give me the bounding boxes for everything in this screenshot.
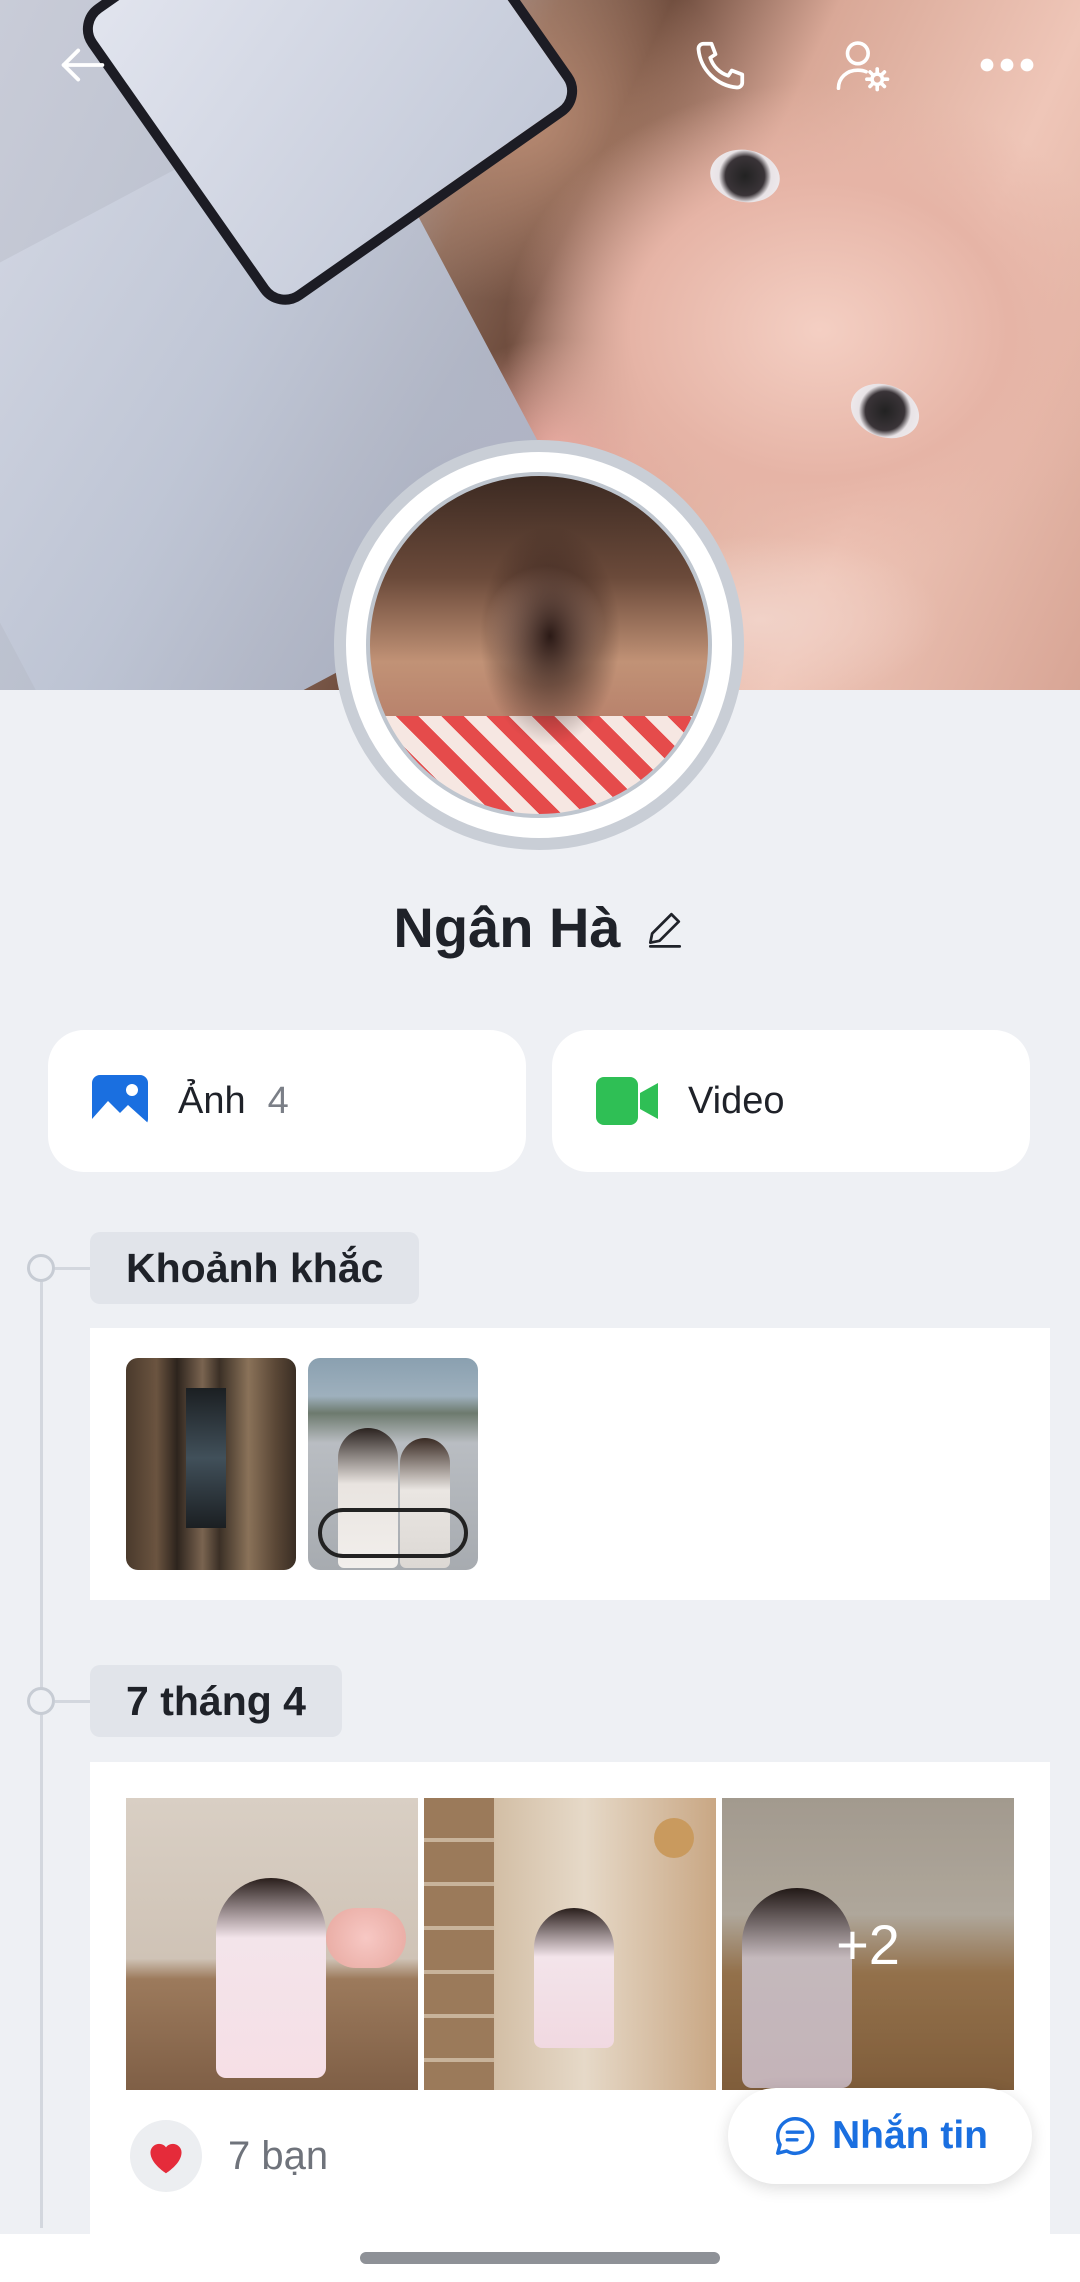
chat-bubble-icon <box>776 2117 815 2155</box>
timeline-connector <box>55 1700 91 1703</box>
timeline-dot <box>27 1687 55 1715</box>
post-photo[interactable] <box>126 1798 418 2090</box>
cover-eye-right <box>843 374 927 448</box>
more-dots-icon <box>980 58 1034 72</box>
photos-button[interactable]: Ảnh 4 <box>48 1030 526 1172</box>
reaction-badge <box>130 2120 202 2192</box>
video-icon <box>596 1077 658 1125</box>
more-photos-count: +2 <box>722 1798 1014 2090</box>
photos-label: Ảnh <box>178 1079 246 1122</box>
call-button[interactable] <box>686 30 756 100</box>
post-date-tag: 7 tháng 4 <box>90 1665 342 1737</box>
moment-thumbnail[interactable] <box>126 1358 296 1570</box>
timeline-connector <box>55 1267 91 1270</box>
message-label: Nhắn tin <box>832 2114 988 2157</box>
home-indicator[interactable] <box>360 2252 720 2264</box>
message-button[interactable]: Nhắn tin <box>728 2088 1032 2184</box>
profile-name-row: Ngân Hà <box>0 895 1080 960</box>
avatar <box>366 472 712 818</box>
cover-eye-left <box>706 144 784 208</box>
post-photo-more[interactable]: +2 <box>722 1798 1014 2090</box>
pencil-icon <box>648 912 681 948</box>
moments-tag: Khoảnh khắc <box>90 1232 420 1304</box>
avatar-frame[interactable] <box>334 440 744 850</box>
phone-icon <box>696 41 745 90</box>
moments-card <box>90 1328 1050 1600</box>
more-button[interactable] <box>972 30 1042 100</box>
system-nav-bar <box>0 2234 1080 2282</box>
timeline-line <box>40 1268 43 2228</box>
video-label: Video <box>688 1079 785 1122</box>
photos-count: 4 <box>267 1079 289 1122</box>
post-photo-grid: +2 <box>126 1798 1014 2090</box>
heart-icon <box>150 2143 182 2174</box>
reaction-row[interactable]: 7 bạn <box>130 2120 328 2192</box>
photo-icon <box>92 1075 148 1127</box>
moment-thumbnail[interactable] <box>308 1358 478 1570</box>
friends-reacted-count: 7 bạn <box>228 2133 329 2178</box>
post-photo[interactable] <box>424 1798 716 2090</box>
profile-settings-button[interactable] <box>828 30 898 100</box>
timeline-dot <box>27 1254 55 1282</box>
video-button[interactable]: Video <box>552 1030 1030 1172</box>
profile-name: Ngân Hà <box>393 896 621 959</box>
user-settings-icon <box>836 41 890 92</box>
back-button[interactable] <box>48 30 118 100</box>
arrow-left-icon <box>61 48 105 82</box>
edit-name-button[interactable] <box>643 906 687 950</box>
